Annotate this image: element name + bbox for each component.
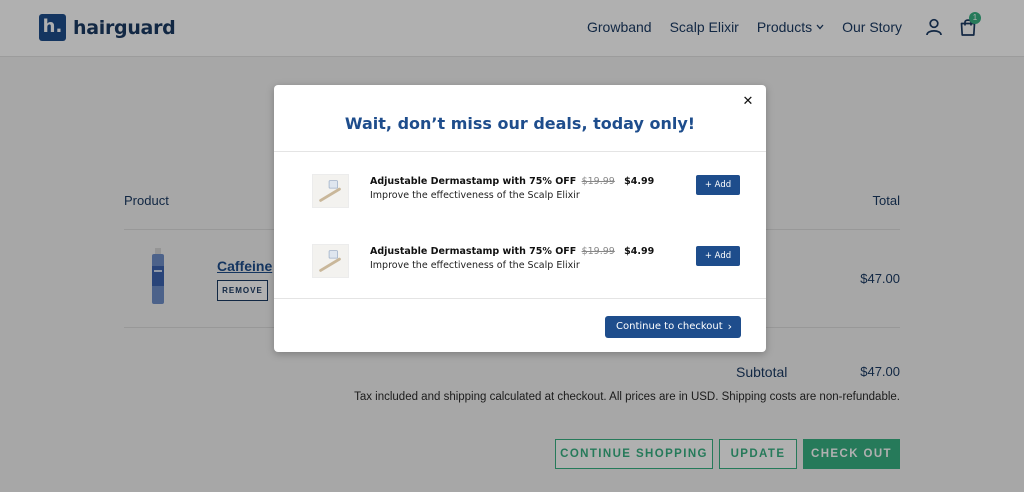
upsell-modal: ✕ Wait, don’t miss our deals, today only… [274,85,766,352]
continue-to-checkout-button[interactable]: Continue to checkout › [605,316,741,338]
chevron-right-icon: › [727,320,732,333]
dermastamp-thumbnail [312,244,349,278]
offer-name: Adjustable Dermastamp with 75% OFF [370,176,577,187]
dermastamp-thumbnail [312,174,349,208]
offer-description: Improve the effectiveness of the Scalp E… [370,260,580,271]
offer-title: Adjustable Dermastamp with 75% OFF $19.9… [370,246,654,257]
offer-old-price: $19.99 [581,246,615,257]
continue-to-checkout-label: Continue to checkout [616,321,723,332]
modal-title: Wait, don’t miss our deals, today only! [344,114,696,133]
offer-item: Adjustable Dermastamp with 75% OFF $19.9… [312,174,742,208]
offer-old-price: $19.99 [581,176,615,187]
offer-new-price: $4.99 [624,246,655,257]
offer-name: Adjustable Dermastamp with 75% OFF [370,246,577,257]
offer-title: Adjustable Dermastamp with 75% OFF $19.9… [370,176,654,187]
offer-item: Adjustable Dermastamp with 75% OFF $19.9… [312,244,742,278]
close-icon[interactable]: ✕ [741,95,755,109]
divider [274,298,766,299]
offer-description: Improve the effectiveness of the Scalp E… [370,190,580,201]
offer-new-price: $4.99 [624,176,655,187]
add-offer-button[interactable]: + Add [696,246,740,266]
divider [274,151,766,152]
add-offer-button[interactable]: + Add [696,175,740,195]
